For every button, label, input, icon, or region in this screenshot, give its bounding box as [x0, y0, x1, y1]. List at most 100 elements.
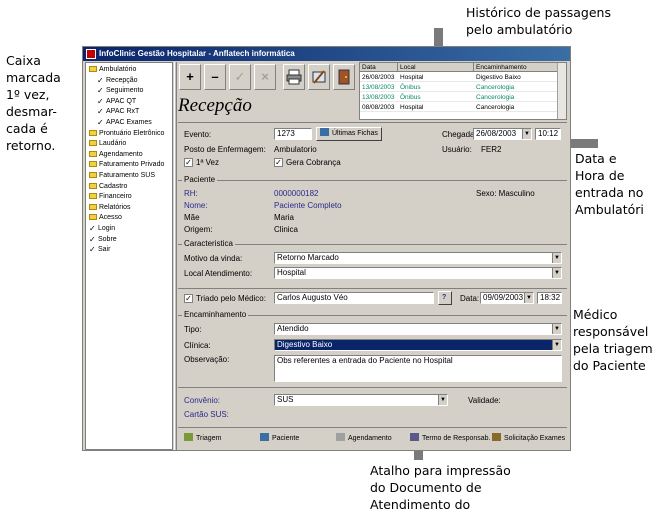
app-logo-icon	[86, 49, 96, 59]
title-bar: InfoClinic Gestão Hospitalar - Anflatech…	[83, 47, 570, 61]
paciente-shortcut[interactable]: Paciente	[260, 433, 299, 442]
add-button[interactable]: +	[179, 64, 201, 90]
tree-item[interactable]: Faturamento SUS	[89, 171, 155, 181]
tree-item[interactable]: ✓ Sobre	[89, 235, 117, 245]
exit-door-button[interactable]	[333, 64, 355, 90]
chevron-down-icon[interactable]: ▼	[552, 268, 561, 278]
ann-left-4: cada é	[6, 121, 48, 136]
tree-item[interactable]: Ambulatório	[89, 65, 136, 75]
triado-date-field[interactable]: 09/09/2003 ▼	[480, 292, 534, 304]
tree-item-label: Financeiro	[99, 193, 132, 201]
ann-right1-2: entrada no	[575, 185, 644, 200]
history-cell-place[interactable]: Hospital	[398, 73, 474, 82]
tree-item[interactable]: Agendamento	[89, 150, 143, 160]
solicitacao-exames-shortcut[interactable]: Solicitação Exames	[492, 433, 565, 442]
history-scrollbar[interactable]	[557, 63, 566, 119]
cancel-button[interactable]: ×	[254, 64, 276, 90]
history-cell-dest[interactable]: Cancerologia	[474, 93, 558, 102]
history-cell-place[interactable]: Ônibus	[398, 93, 474, 102]
triado-date-value: 09/09/2003	[483, 293, 524, 302]
doctor-lookup-button[interactable]: ?	[438, 291, 452, 305]
history-cell-place[interactable]: Ônibus	[398, 83, 474, 92]
history-header-date[interactable]: Data	[360, 63, 398, 72]
local-select[interactable]: Hospital ▼	[274, 267, 562, 279]
tree-item-label: Recepção	[106, 76, 138, 84]
gera-cobranca-checkbox[interactable]: ✓	[274, 158, 283, 167]
check-icon: ✓	[97, 75, 104, 85]
ann-right2-0: Médico	[573, 307, 618, 322]
tree-item[interactable]: ✓ APAC QT	[97, 97, 136, 107]
agendamento-shortcut[interactable]: Agendamento	[336, 433, 392, 442]
history-cell-date[interactable]: 13/08/2003	[360, 93, 398, 102]
tree-item[interactable]: Faturamento Privado	[89, 160, 164, 170]
ann-bottom-1: do Documento de	[370, 480, 482, 495]
mae-label: Mãe	[184, 213, 200, 222]
triado-time-field[interactable]: 18:32	[537, 292, 562, 304]
tipo-select[interactable]: Atendido ▼	[274, 323, 562, 335]
splitter[interactable]	[174, 62, 177, 450]
chevron-down-icon[interactable]: ▼	[522, 129, 531, 139]
ultimas-fichas-icon	[320, 128, 329, 136]
obs-textarea[interactable]: Obs referentes a entrada do Paciente no …	[274, 355, 562, 382]
caracteristica-section: Caracteristica Motivo da vinda: Retorno …	[178, 239, 567, 286]
history-cell-dest[interactable]: Cancerologia	[474, 83, 558, 92]
check-icon: ✓	[89, 224, 96, 233]
origem-label: Origem:	[184, 225, 213, 234]
tree-item[interactable]: ✓ APAC RxT	[97, 107, 139, 117]
check-icon: ✓	[89, 245, 96, 255]
motivo-select[interactable]: Retorno Marcado ▼	[274, 252, 562, 264]
history-cell-dest[interactable]: Digestivo Baixo	[474, 73, 558, 82]
tree-item[interactable]: ✓ Recepção	[97, 76, 138, 86]
triagem-icon	[184, 433, 193, 441]
triado-field[interactable]: Carlos Augusto Véo	[274, 292, 434, 304]
tree-item[interactable]: Prontuário Eletrônico	[89, 129, 164, 139]
history-cell-date[interactable]: 26/08/2003	[360, 73, 398, 82]
tree-item[interactable]: Laudário	[89, 139, 126, 149]
sexo-value: Sexo: Masculino	[476, 189, 535, 198]
history-cell-dest[interactable]: Cancerologia	[474, 103, 558, 112]
triado-checkbox[interactable]: ✓	[184, 294, 193, 303]
ultimas-fichas-button[interactable]: Últimas Fichas	[316, 127, 382, 141]
chegada-date-field[interactable]: 26/08/2003 ▼	[473, 128, 532, 140]
chevron-down-icon[interactable]: ▼	[524, 293, 533, 303]
confirm-button[interactable]: ✓	[229, 64, 251, 90]
ann-bottom-0: Atalho para impressão	[370, 463, 511, 478]
tree-item[interactable]: Relatórios	[89, 203, 131, 213]
tipo-value: Atendido	[277, 324, 309, 333]
history-header-place[interactable]: Local	[398, 63, 474, 72]
tree-item-label: Prontuário Eletrônico	[99, 129, 165, 137]
history-cell-date[interactable]: 13/08/2003	[360, 83, 398, 92]
tree-item[interactable]: ✓ Sair	[89, 245, 110, 255]
history-cell-place[interactable]: Hospital	[398, 103, 474, 112]
chevron-down-icon[interactable]: ▼	[438, 395, 447, 405]
evento-field[interactable]: 1273	[274, 128, 312, 140]
chevron-down-icon[interactable]: ▼	[552, 253, 561, 263]
remove-button[interactable]: –	[204, 64, 226, 90]
convenio-value: SUS	[277, 395, 294, 404]
primeira-vez-checkbox[interactable]: ✓	[184, 158, 193, 167]
chevron-down-icon[interactable]: ▼	[552, 324, 561, 334]
clinica-select[interactable]: Digestivo Baixo ▼	[274, 339, 562, 351]
termo-responsab-shortcut[interactable]: Termo de Responsab.	[410, 433, 490, 442]
chevron-down-icon[interactable]: ▼	[552, 340, 561, 350]
print-button[interactable]	[283, 64, 305, 90]
tree-item[interactable]: Financeiro	[89, 192, 132, 202]
app-window: InfoClinic Gestão Hospitalar - Anflatech…	[82, 46, 571, 451]
tree-item[interactable]: Acesso	[89, 213, 122, 223]
history-cell-date[interactable]: 08/08/2003	[360, 103, 398, 112]
tree-item-label: Cadastro	[99, 182, 128, 190]
triagem-shortcut[interactable]: Triagem	[184, 433, 221, 442]
tools-button[interactable]	[308, 64, 330, 90]
tree-item[interactable]: ✓ APAC Exames	[97, 118, 152, 128]
tree-item[interactable]: ✓ Login	[89, 224, 115, 234]
tree-item[interactable]: ✓ Seguimento	[97, 86, 143, 96]
convenio-select[interactable]: SUS ▼	[274, 394, 448, 406]
paciente-label: Paciente	[272, 435, 300, 442]
encaminhamento-title: Encaminhamento	[182, 310, 249, 319]
gera-cobranca-label: Gera Cobrança	[286, 158, 341, 167]
tree-item[interactable]: Cadastro	[89, 182, 127, 192]
folder-icon	[89, 66, 97, 72]
history-header-dest[interactable]: Encaminhamento	[474, 63, 558, 72]
obs-label: Observação:	[184, 355, 230, 364]
chegada-time-field[interactable]: 10:12	[535, 128, 561, 140]
